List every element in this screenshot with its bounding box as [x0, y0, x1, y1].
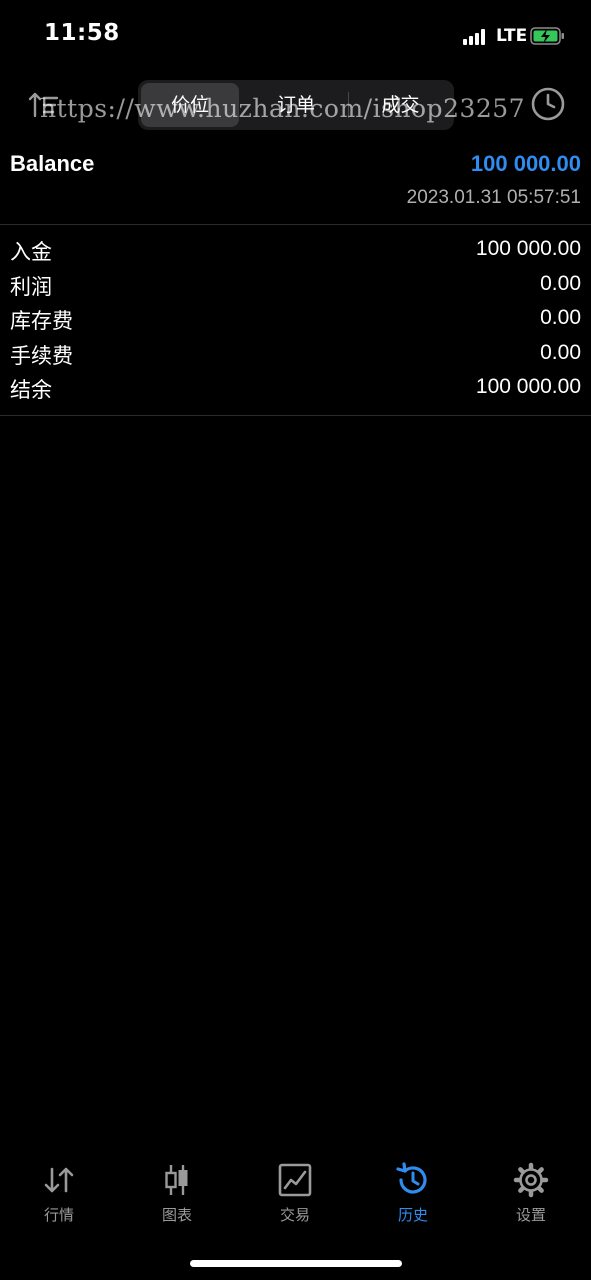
- tab-label: 图表: [161, 1206, 192, 1224]
- quotes-arrows-icon: [44, 1167, 74, 1193]
- summary-label: 利润: [10, 275, 52, 299]
- summary-label: 手续费: [10, 344, 73, 368]
- divider: [0, 224, 591, 225]
- tab-charts[interactable]: 图表: [127, 1150, 227, 1230]
- summary-label: 入金: [10, 240, 52, 264]
- summary-value: 100 000.00: [475, 375, 581, 398]
- balance-value: 100 000.00: [470, 151, 581, 176]
- divider: [0, 415, 591, 416]
- clock-icon[interactable]: [530, 86, 566, 122]
- battery-charging-icon: [530, 27, 564, 45]
- summary-value: 0.00: [540, 272, 581, 295]
- tab-settings[interactable]: 设置: [481, 1150, 581, 1230]
- summary-row-balance: 结余 100 000.00: [0, 372, 591, 406]
- watermark-text: https://www.huzhan.com/ishop23257: [40, 94, 526, 123]
- tab-label: 行情: [43, 1206, 74, 1224]
- bottom-tab-bar: 行情 图表 交易 历史 设置: [0, 1150, 591, 1240]
- cellular-signal-icon: [463, 29, 487, 45]
- candlestick-icon: [165, 1165, 188, 1195]
- tab-trade[interactable]: 交易: [245, 1150, 345, 1230]
- tab-quotes[interactable]: 行情: [9, 1150, 109, 1230]
- summary-row-deposit: 入金 100 000.00: [0, 234, 591, 268]
- status-bar: 11:58 LTE: [0, 0, 591, 70]
- history-clock-icon: [396, 1162, 427, 1194]
- balance-label: Balance: [10, 151, 95, 176]
- home-indicator[interactable]: [190, 1260, 402, 1267]
- gear-icon: [513, 1162, 549, 1198]
- status-time: 11:58: [44, 20, 120, 46]
- trade-chart-icon: [278, 1163, 312, 1197]
- summary-row-commission: 手续费 0.00: [0, 338, 591, 372]
- summary-value: 0.00: [540, 306, 581, 329]
- tab-label: 交易: [279, 1206, 310, 1224]
- tab-history[interactable]: 历史: [363, 1150, 463, 1230]
- summary-value: 100 000.00: [475, 237, 581, 260]
- summary-row-profit: 利润 0.00: [0, 269, 591, 303]
- summary-label: 结余: [10, 378, 52, 402]
- tab-label: 设置: [515, 1206, 546, 1224]
- summary-value: 0.00: [540, 341, 581, 364]
- balance-timestamp: 2023.01.31 05:57:51: [406, 187, 581, 208]
- summary-row-swap: 库存费 0.00: [0, 303, 591, 337]
- summary-label: 库存费: [10, 309, 73, 333]
- network-type: LTE: [496, 26, 528, 46]
- tab-label: 历史: [397, 1206, 428, 1224]
